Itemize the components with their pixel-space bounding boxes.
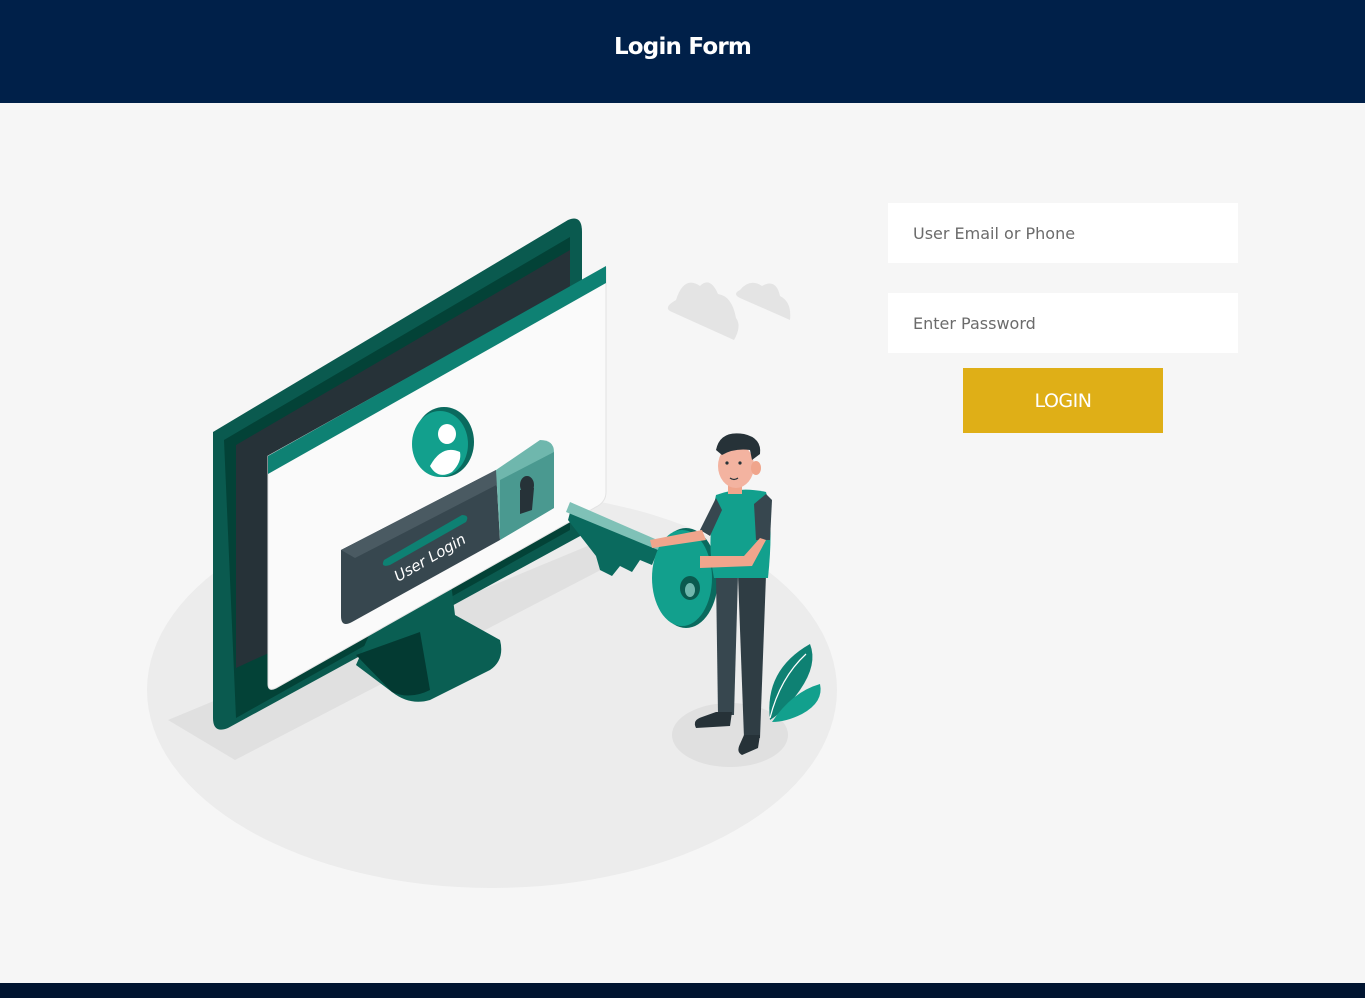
keyhole-icon — [520, 476, 534, 514]
password-field[interactable] — [888, 293, 1238, 353]
cloud-icon — [667, 282, 791, 340]
login-button[interactable]: LOGIN — [963, 368, 1163, 433]
login-illustration-svg: User Login — [147, 218, 837, 888]
login-illustration: User Login — [140, 200, 840, 900]
page-footer — [0, 983, 1365, 998]
page-header: Login Form — [0, 0, 1365, 103]
email-field[interactable] — [888, 203, 1238, 263]
page-title: Login Form — [613, 34, 752, 60]
login-form: LOGIN — [888, 203, 1238, 433]
